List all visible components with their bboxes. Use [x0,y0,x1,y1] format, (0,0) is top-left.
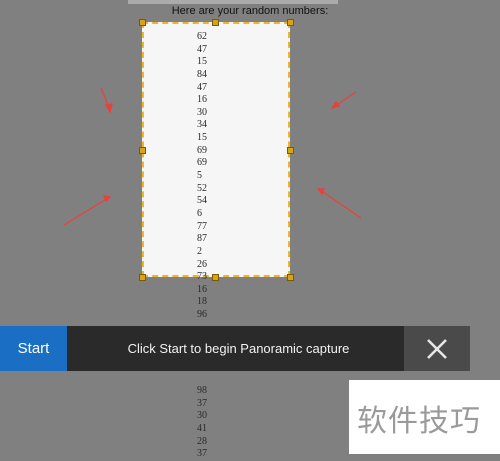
capture-hint: Click Start to begin Panoramic capture [127,341,350,356]
watermark-panel: 软件技巧 [349,380,500,454]
arrow-icon-top-right [330,91,357,110]
arrow-icon-bottom-right [316,188,362,219]
arrow-icon-bottom-left [63,195,112,226]
capture-toolbar: Start Click Start to begin Panoramic cap… [0,326,470,371]
close-x-icon [427,338,447,359]
watermark-text: 软件技巧 [357,404,481,439]
start-button[interactable]: Start [0,326,67,371]
close-button[interactable] [404,326,470,371]
arrow-icon-top-left [100,87,113,114]
